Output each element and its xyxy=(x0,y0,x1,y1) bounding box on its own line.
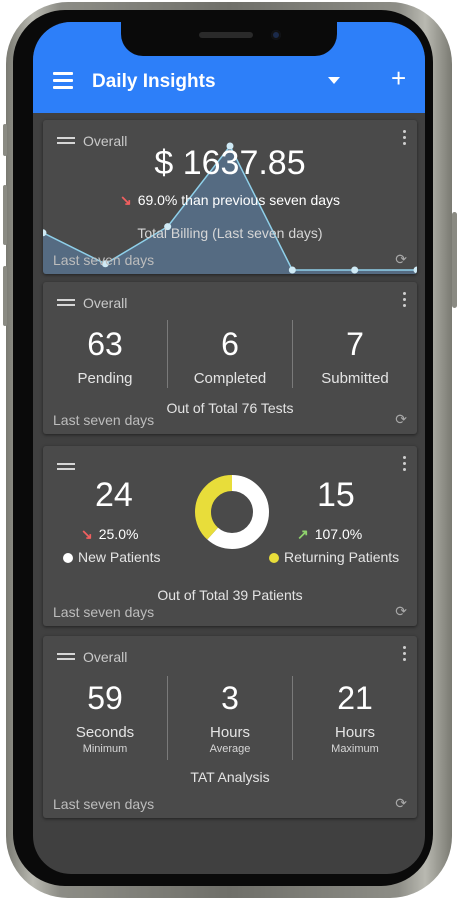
drag-handle-icon[interactable] xyxy=(57,299,75,307)
new-patients-trend: ↘ 25.0% xyxy=(81,526,138,543)
legend-label: New Patients xyxy=(78,549,161,565)
card-footer: Last seven days xyxy=(53,412,155,428)
stat-label: Submitted xyxy=(321,370,389,387)
stat-label: Hours xyxy=(334,724,375,741)
stat-value: 3 xyxy=(221,680,239,716)
stat-completed: 6 Completed xyxy=(168,322,292,387)
returning-patients-pct: 107.0% xyxy=(314,526,363,542)
refresh-icon[interactable]: ⟳ xyxy=(395,603,407,620)
total-billing-amount: $ 1637.85 xyxy=(154,144,306,182)
phone-volume-up xyxy=(3,185,7,245)
hamburger-icon[interactable] xyxy=(53,72,73,89)
legend-returning-patients: Returning Patients xyxy=(269,549,399,565)
stat-minimum: 59 Seconds Minimum xyxy=(43,676,167,755)
billing-trend: ↘ 69.0% than previous seven days xyxy=(43,192,417,209)
stat-label: Seconds xyxy=(75,724,135,741)
stat-value: 6 xyxy=(221,326,239,362)
drag-handle-icon[interactable] xyxy=(57,653,75,661)
patients-summary: Out of Total 39 Patients xyxy=(157,587,303,603)
refresh-icon[interactable]: ⟳ xyxy=(395,411,407,428)
app-screen: Daily Insights + Overall $ 1637.85 ↘ 69.0… xyxy=(33,22,425,874)
refresh-icon[interactable]: ⟳ xyxy=(395,251,407,268)
billing-change-text: 69.0% than previous seven days xyxy=(137,192,341,208)
card-footer: Last seven days xyxy=(53,604,155,620)
legend-label: Returning Patients xyxy=(284,549,400,565)
billing-card[interactable]: Overall $ 1637.85 ↘ 69.0% than previous s… xyxy=(43,120,417,274)
phone-power-button xyxy=(452,212,457,308)
card-label: Overall xyxy=(83,649,128,665)
stat-value: 59 xyxy=(87,680,123,716)
phone-volume-down xyxy=(3,266,7,326)
returning-patients-trend: ↗ 107.0% xyxy=(297,526,362,543)
tests-card[interactable]: Overall 63 Pending 6 Completed 7 Submitt… xyxy=(43,282,417,434)
stat-average: 3 Hours Average xyxy=(168,676,292,755)
chart-caption: Total Billing (Last seven days) xyxy=(137,225,323,241)
returning-patients-count: 15 xyxy=(317,476,355,514)
stat-value: 21 xyxy=(337,680,373,716)
caret-down-icon[interactable] xyxy=(328,77,340,84)
billing-point-5[interactable] xyxy=(351,266,359,274)
drag-handle-icon[interactable] xyxy=(57,463,75,471)
patients-card[interactable]: 24 ↘ 25.0% New Patients 15 ↗ 107.0% Return… xyxy=(43,446,417,626)
stat-submitted: 7 Submitted xyxy=(293,322,417,387)
card-label: Overall xyxy=(83,295,128,311)
legend-new-patients: New Patients xyxy=(63,549,160,565)
stat-label: Hours xyxy=(209,724,250,741)
more-vert-icon[interactable] xyxy=(403,456,407,474)
stat-pending: 63 Pending xyxy=(43,322,167,387)
tat-summary: TAT Analysis xyxy=(190,769,270,785)
trend-down-icon: ↘ xyxy=(81,526,93,542)
more-vert-icon[interactable] xyxy=(403,646,407,664)
stat-sublabel: Average xyxy=(209,743,251,755)
trend-down-icon: ↘ xyxy=(119,192,132,208)
card-footer: Last seven days xyxy=(53,796,155,812)
legend-dot xyxy=(63,553,73,563)
trend-up-icon: ↗ xyxy=(297,526,309,542)
add-icon[interactable]: + xyxy=(391,65,406,91)
stat-label: Completed xyxy=(193,370,267,387)
front-camera xyxy=(271,30,281,40)
legend-dot xyxy=(269,553,279,563)
new-patients-count: 24 xyxy=(95,476,133,514)
billing-point-4[interactable] xyxy=(288,266,296,274)
patients-donut-chart xyxy=(195,475,269,549)
tat-card[interactable]: Overall 59 Seconds Minimum 3 Hours Avera… xyxy=(43,636,417,818)
stat-sublabel: Maximum xyxy=(331,743,379,755)
new-patients-pct: 25.0% xyxy=(98,526,139,542)
stat-value: 63 xyxy=(87,326,123,362)
speaker-grill xyxy=(199,32,253,38)
app-title: Daily Insights xyxy=(92,71,216,92)
stat-sublabel: Minimum xyxy=(82,743,128,755)
phone-silent-switch xyxy=(3,124,7,156)
stat-label: Pending xyxy=(77,370,133,387)
stat-maximum: 21 Hours Maximum xyxy=(293,676,417,755)
refresh-icon[interactable]: ⟳ xyxy=(395,795,407,812)
more-vert-icon[interactable] xyxy=(403,292,407,310)
stat-value: 7 xyxy=(346,326,364,362)
phone-notch xyxy=(121,22,337,56)
card-footer: Last seven days xyxy=(53,252,155,268)
